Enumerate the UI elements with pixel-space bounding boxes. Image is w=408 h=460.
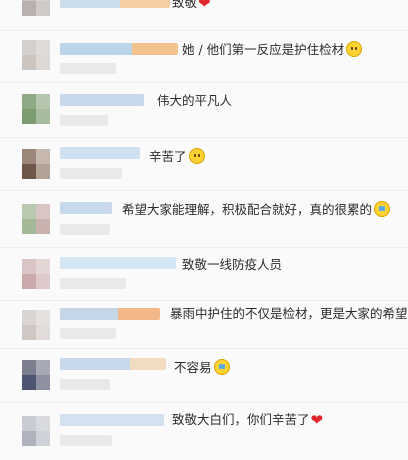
comment-text-content: 不容易 [174,360,212,375]
avatar[interactable] [22,204,50,234]
username-blurred[interactable] [60,414,164,426]
avatar[interactable] [22,360,50,390]
username-blurred[interactable] [60,202,112,214]
username-blurred[interactable] [60,358,166,370]
comment-meta-blurred [60,435,112,446]
comment-item: 致敬大白们，你们辛苦了❤ [0,402,408,460]
comment-meta-blurred [60,278,126,289]
comment-item: 不容易 [0,348,408,403]
comment-text: 暴雨中护住的不仅是检材，更是大家的希望， [170,306,408,322]
avatar[interactable] [22,416,50,446]
username-blurred[interactable] [60,94,144,106]
comment-item: 伟大的平凡人 [0,82,408,138]
comment-item: 希望大家能理解，积极配合就好，真的很累的 [0,190,408,248]
avatar[interactable] [22,310,50,340]
username-blurred[interactable] [60,308,160,320]
comment-meta-blurred [60,63,116,74]
heart-icon: ❤ [310,411,324,429]
comment-text: 致敬❤ [172,0,211,11]
crying-face-icon [374,201,391,217]
comment-text-content: 希望大家能理解，积极配合就好，真的很累的 [122,202,373,217]
comment-meta-blurred [60,328,116,339]
comment-meta-blurred [60,115,108,126]
worried-face-icon [188,148,205,164]
comment-text-content: 她 / 他们第一反应是护住检材 [182,42,345,57]
comment-text-content: 伟大的平凡人 [157,93,233,108]
worried-face-icon [346,41,363,57]
comment-item: 致敬一线防疫人员 [0,247,408,301]
comment-text: 致敬大白们，你们辛苦了❤ [172,412,323,428]
comment-text: 不容易 [174,359,230,376]
comment-text-content: 致敬一线防疫人员 [182,257,283,272]
username-blurred[interactable] [60,43,178,55]
comment-text: 辛苦了 [149,148,205,165]
comment-meta-blurred [60,168,122,179]
comment-meta-blurred [60,379,110,390]
comment-item: 她 / 他们第一反应是护住检材 [0,30,408,83]
avatar[interactable] [22,0,50,16]
comment-text-content: 致敬 [172,0,198,10]
comment-text-content: 暴雨中护住的不仅是检材，更是大家的希望， [170,306,408,321]
comment-text: 致敬一线防疫人员 [182,257,282,273]
avatar[interactable] [22,94,50,124]
avatar[interactable] [22,40,50,70]
username-blurred[interactable] [60,257,176,269]
avatar[interactable] [22,259,50,289]
crying-face-icon [213,359,230,375]
comment-text: 伟大的平凡人 [157,93,232,109]
comment-meta-blurred [60,224,110,235]
username-blurred[interactable] [60,0,170,8]
heart-icon: ❤ [198,0,211,12]
comment-text: 她 / 他们第一反应是护住检材 [182,41,363,58]
comment-item: 暴雨中护住的不仅是检材，更是大家的希望， [0,300,408,349]
comment-text-content: 致敬大白们，你们辛苦了 [172,412,310,427]
comment-text-content: 辛苦了 [149,149,187,164]
comment-item: 辛苦了 [0,137,408,191]
avatar[interactable] [22,149,50,179]
comment-item: 致敬❤ [0,0,408,31]
username-blurred[interactable] [60,147,140,159]
comment-text: 希望大家能理解，积极配合就好，真的很累的 [122,201,391,218]
